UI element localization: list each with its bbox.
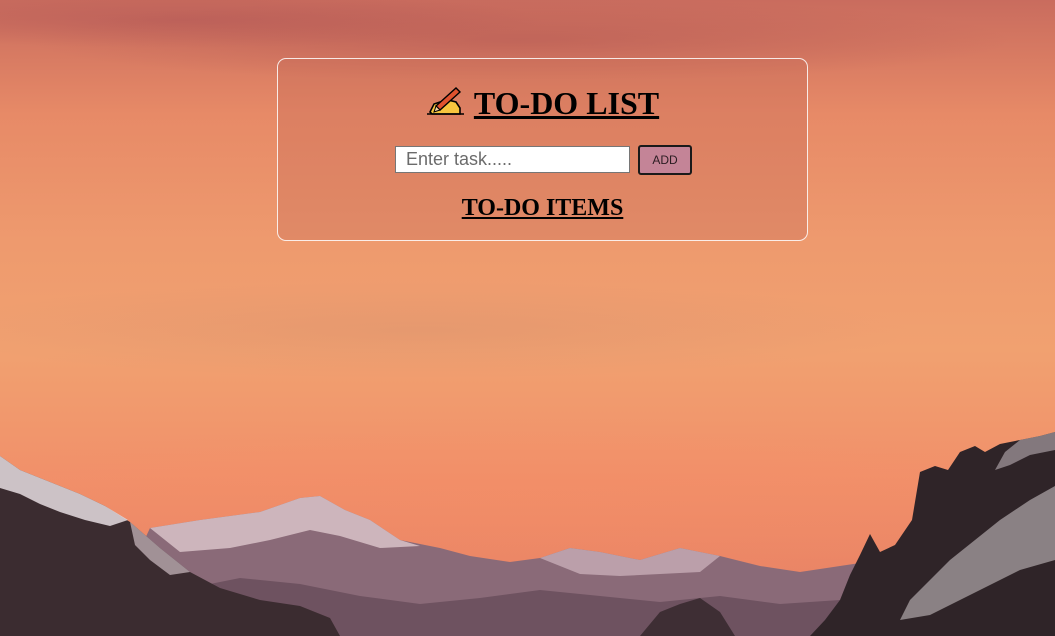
task-input[interactable] bbox=[395, 146, 630, 173]
todo-items-heading: TO-DO ITEMS bbox=[461, 195, 624, 221]
page-title: TO-DO LIST bbox=[278, 83, 807, 123]
writing-hand-icon bbox=[426, 87, 464, 115]
todo-card: TO-DO LIST ADD TO-DO ITEMS bbox=[277, 58, 808, 241]
add-task-button[interactable]: ADD bbox=[638, 145, 692, 175]
page-title-text: TO-DO LIST bbox=[473, 85, 660, 121]
